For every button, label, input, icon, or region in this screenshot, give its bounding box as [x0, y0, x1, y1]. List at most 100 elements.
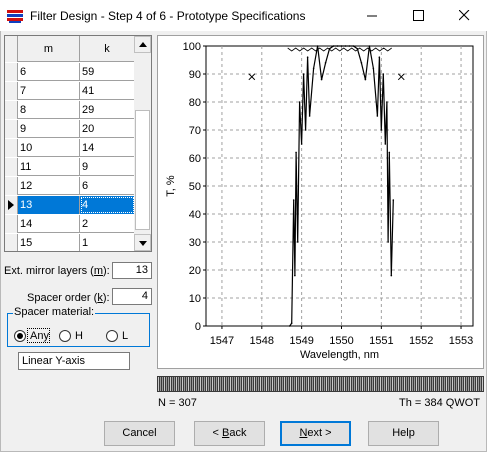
cell-m[interactable]: 8 — [18, 101, 80, 119]
layers-grid[interactable]: m k 6 59 7 41 8 29 9 20 10 14 11 9 12 6 13 4 14 2 15 1 — [4, 35, 152, 252]
table-row[interactable]: 15 1 — [5, 234, 135, 251]
cell-k[interactable]: 14 — [80, 139, 135, 157]
cell-m[interactable]: 9 — [18, 120, 80, 138]
data-point — [376, 115, 379, 117]
help-button[interactable]: Help — [368, 421, 439, 446]
close-button[interactable] — [441, 0, 487, 31]
table-row[interactable]: 12 6 — [5, 177, 135, 195]
layer-bar — [260, 377, 261, 391]
row-indicator[interactable] — [5, 177, 18, 195]
layer-bar — [370, 377, 371, 391]
cell-m[interactable]: 15 — [18, 234, 80, 251]
y-tick-label: 50 — [189, 181, 201, 193]
cell-k[interactable]: 1 — [80, 234, 135, 251]
row-indicator[interactable] — [5, 101, 18, 119]
next-button[interactable]: Next > — [280, 421, 351, 446]
cell-k[interactable]: 59 — [80, 63, 135, 81]
layer-bar — [278, 377, 279, 391]
row-indicator[interactable] — [5, 215, 18, 233]
cell-k[interactable]: 29 — [80, 101, 135, 119]
layer-bar — [426, 377, 427, 391]
data-point — [340, 45, 343, 47]
cell-k[interactable]: 9 — [80, 158, 135, 176]
layer-bar — [344, 377, 345, 391]
layer-bar — [406, 377, 407, 391]
cell-m[interactable]: 6 — [18, 63, 80, 81]
layer-bar — [160, 377, 161, 391]
cell-m[interactable]: 13 — [18, 196, 80, 214]
column-header-m[interactable]: m — [18, 36, 80, 62]
scroll-thumb[interactable] — [135, 110, 150, 230]
cell-m[interactable]: 14 — [18, 215, 80, 233]
cell-k[interactable]: 4 — [80, 196, 135, 214]
data-point — [312, 67, 315, 70]
layer-bar — [466, 377, 467, 391]
layer-bar — [338, 377, 339, 391]
layer-bar — [438, 377, 439, 391]
table-row[interactable]: 13 4 — [5, 196, 135, 214]
ext-mirror-label: Ext. mirror layers (m): — [4, 265, 110, 277]
layer-bar — [348, 377, 349, 391]
row-indicator[interactable] — [5, 158, 18, 176]
radio-l-label[interactable]: L — [122, 330, 128, 342]
radio-any-label[interactable]: Any — [30, 330, 49, 342]
layer-bar — [194, 377, 195, 391]
cell-k[interactable]: 20 — [80, 120, 135, 138]
data-point — [387, 241, 389, 243]
layer-bar — [368, 377, 369, 391]
row-indicator[interactable] — [5, 234, 18, 251]
cell-k[interactable]: 2 — [80, 215, 135, 233]
maximize-button[interactable] — [395, 0, 441, 31]
transmission-chart: 0 10 20 30 40 50 60 70 80 90 100 1547 1548 1549 1550 15… — [165, 41, 474, 361]
table-row[interactable]: 9 20 — [5, 120, 135, 138]
layer-bar — [342, 377, 343, 391]
table-row[interactable]: 11 9 — [5, 158, 135, 176]
cell-m[interactable]: 10 — [18, 139, 80, 157]
layer-bar — [332, 377, 333, 391]
cancel-button[interactable]: Cancel — [104, 421, 175, 446]
cell-m[interactable]: 11 — [18, 158, 80, 176]
layer-bar — [442, 377, 443, 391]
ext-mirror-input[interactable]: 13 — [112, 262, 152, 279]
data-point — [316, 45, 319, 47]
minimize-button[interactable] — [349, 0, 395, 31]
data-point — [296, 241, 299, 243]
table-row[interactable]: 6 59 — [5, 63, 135, 81]
radio-any[interactable] — [14, 330, 26, 342]
column-header-k[interactable]: k — [80, 36, 135, 62]
radio-l[interactable] — [106, 330, 118, 342]
radio-h-label[interactable]: H — [75, 330, 83, 342]
row-indicator[interactable] — [5, 82, 18, 100]
layer-bar — [216, 377, 217, 391]
table-row[interactable]: 7 41 — [5, 82, 135, 100]
grid-scrollbar[interactable] — [134, 36, 151, 251]
table-row[interactable]: 14 2 — [5, 215, 135, 233]
layer-bar — [354, 377, 355, 391]
layer-bar — [462, 377, 463, 391]
data-point — [378, 56, 381, 58]
table-row[interactable]: 10 14 — [5, 139, 135, 157]
layer-bar — [414, 377, 415, 391]
layer-bar — [458, 377, 459, 391]
spacer-order-input[interactable]: 4 — [112, 288, 152, 305]
y-tick-label: 40 — [189, 209, 201, 221]
row-indicator[interactable] — [5, 196, 18, 214]
row-indicator[interactable] — [5, 139, 18, 157]
cell-m[interactable]: 12 — [18, 177, 80, 195]
row-indicator[interactable] — [5, 63, 18, 81]
layer-bar — [302, 377, 303, 391]
cell-k[interactable]: 41 — [80, 82, 135, 100]
scroll-up-button[interactable] — [134, 36, 151, 53]
layer-bar — [452, 377, 453, 391]
layer-bar — [320, 377, 321, 391]
layer-bar — [176, 377, 177, 391]
radio-selected-dot — [17, 333, 23, 339]
table-row[interactable]: 8 29 — [5, 101, 135, 119]
cell-m[interactable]: 7 — [18, 82, 80, 100]
cell-k[interactable]: 6 — [80, 177, 135, 195]
scroll-down-button[interactable] — [134, 234, 151, 251]
back-button[interactable]: < Back — [194, 421, 265, 446]
axis-mode-field[interactable]: Linear Y-axis — [18, 352, 130, 370]
row-indicator[interactable] — [5, 120, 18, 138]
radio-h[interactable] — [59, 330, 71, 342]
